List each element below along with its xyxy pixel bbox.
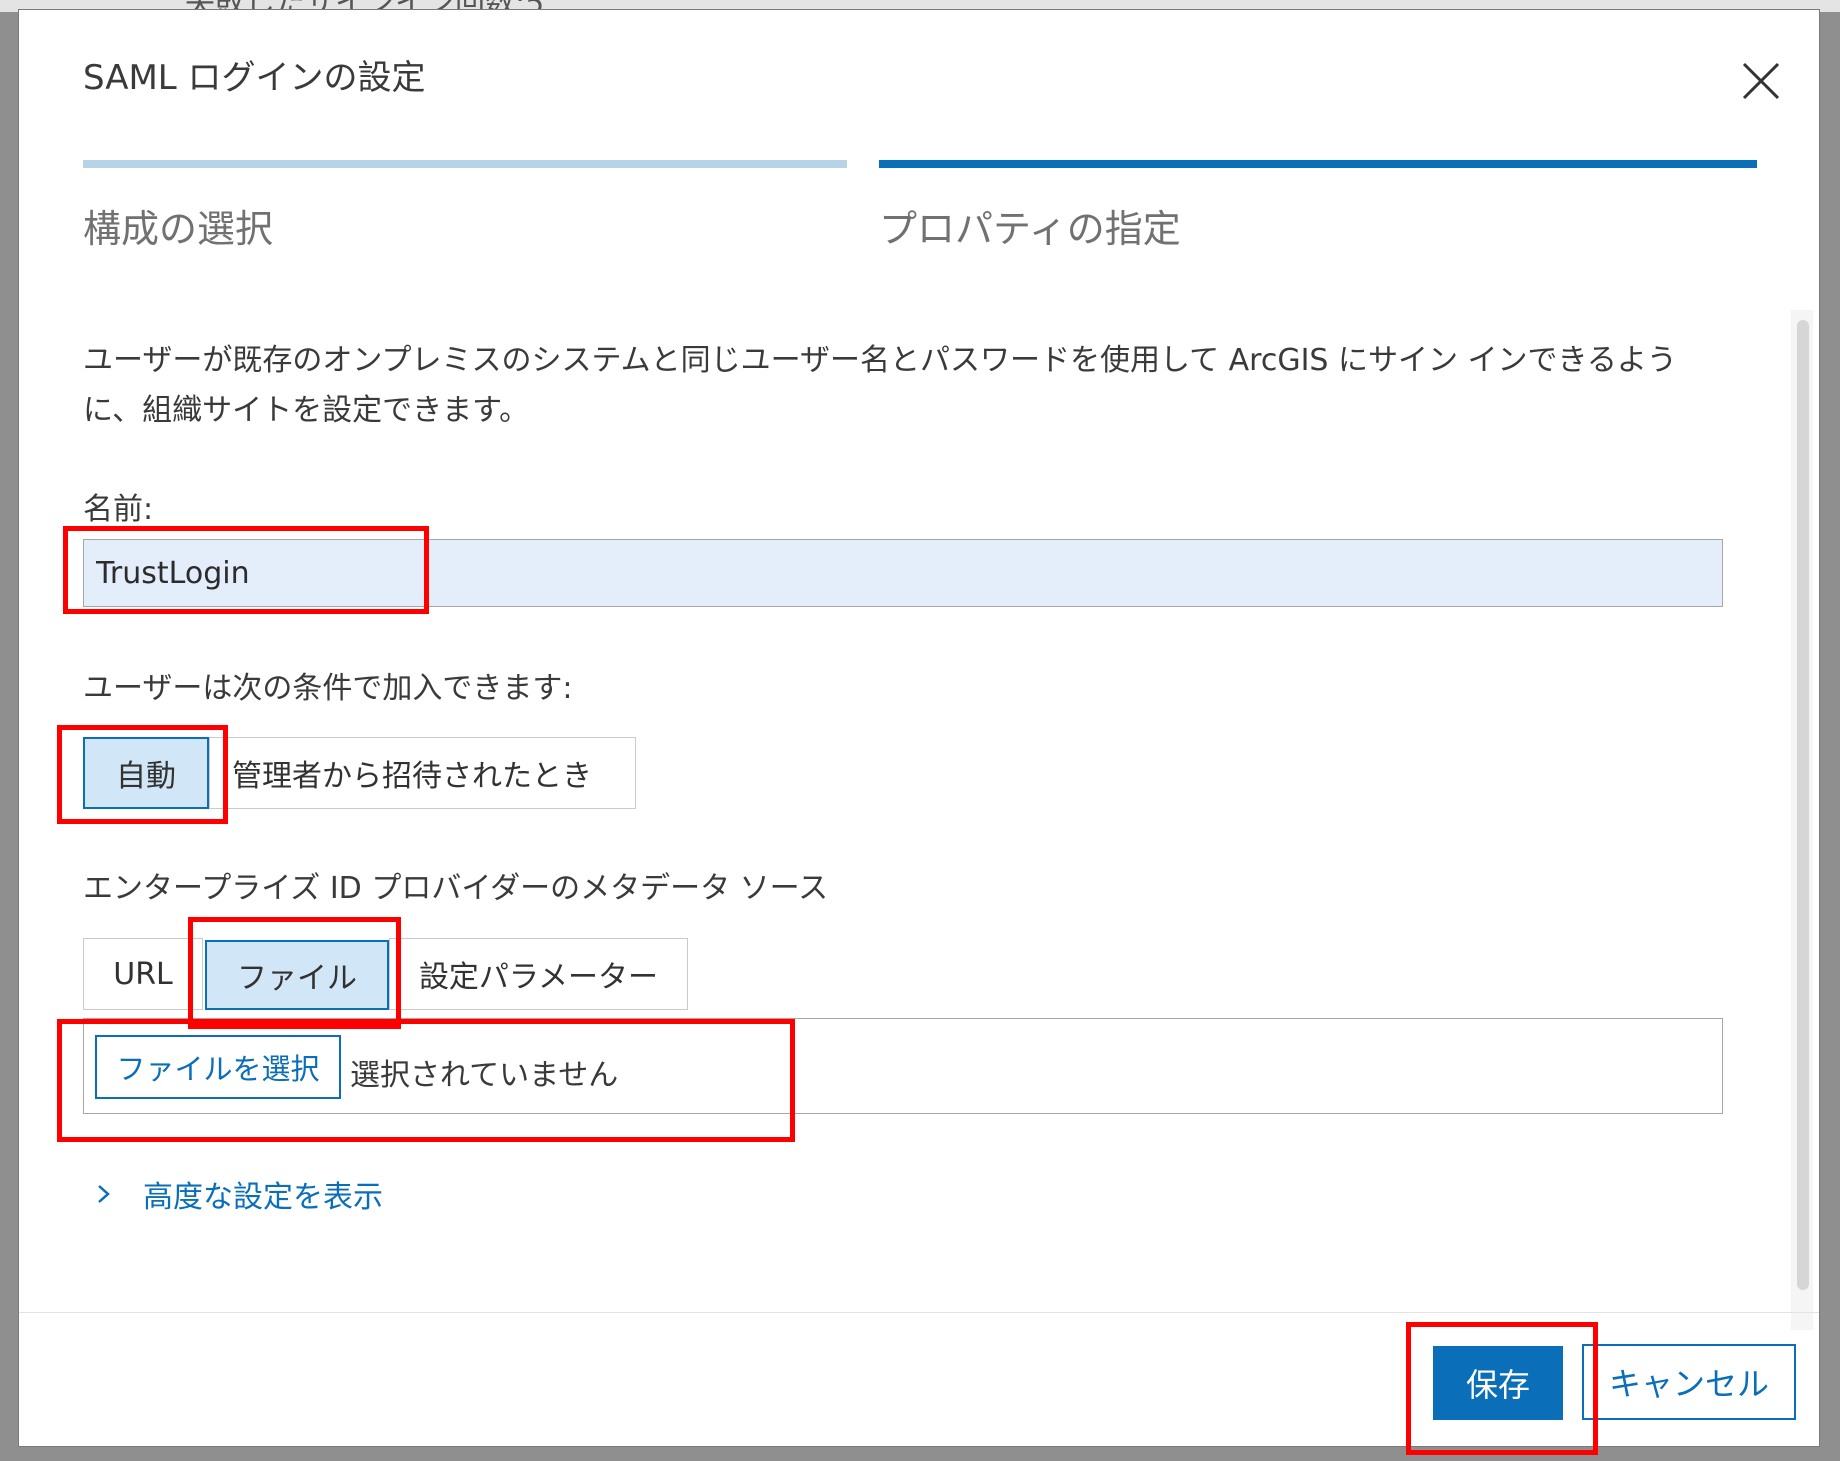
dialog-title: SAML ログインの設定	[83, 58, 426, 98]
advanced-settings-label: 高度な設定を表示	[143, 1180, 383, 1215]
dialog-description: ユーザーが既存のオンプレミスのシステムと同じユーザー名とパスワードを使用して A…	[83, 343, 1677, 428]
cancel-button[interactable]: キャンセル	[1582, 1344, 1796, 1420]
step1-progress-bar	[83, 160, 847, 168]
scrollbar-thumb[interactable]	[1797, 320, 1809, 1290]
join-option-invited[interactable]: 管理者から招待されたとき	[209, 737, 636, 809]
choose-file-button[interactable]: ファイルを選択	[95, 1035, 341, 1099]
metadata-source-file[interactable]: ファイル	[205, 940, 389, 1010]
name-label: 名前:	[83, 492, 154, 527]
chevron-right-icon	[98, 1185, 110, 1203]
close-icon[interactable]	[1732, 52, 1790, 110]
save-button[interactable]: 保存	[1433, 1346, 1563, 1420]
metadata-source-parameters[interactable]: 設定パラメーター	[389, 938, 688, 1010]
saml-login-dialog: SAML ログインの設定 構成の選択 プロパティの指定 ユーザーが既存のオンプレ…	[19, 10, 1819, 1455]
name-input[interactable]	[83, 539, 1723, 607]
step2-progress-bar	[879, 160, 1757, 168]
footer-divider	[19, 1312, 1819, 1313]
step-choose-configuration[interactable]: 構成の選択	[83, 198, 273, 253]
file-status-text: 選択されていません	[350, 1058, 619, 1093]
join-option-automatic[interactable]: 自動	[83, 737, 209, 809]
advanced-settings-toggle[interactable]: 高度な設定を表示	[91, 1172, 383, 1216]
metadata-source-url[interactable]: URL	[83, 938, 203, 1010]
join-label: ユーザーは次の条件で加入できます:	[83, 671, 573, 706]
metadata-source-label: エンタープライズ ID プロバイダーのメタデータ ソース	[83, 871, 829, 906]
step-specify-properties: プロパティの指定	[879, 207, 1181, 251]
